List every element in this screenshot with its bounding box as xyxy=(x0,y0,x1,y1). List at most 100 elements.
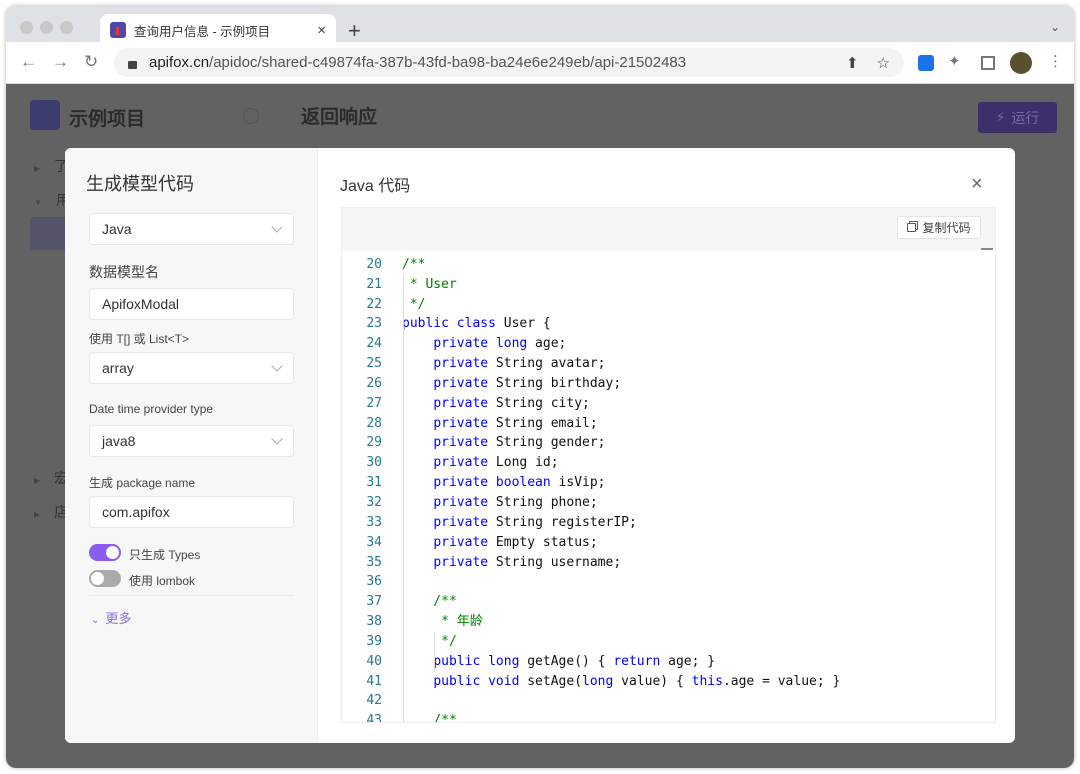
line-number: 32 xyxy=(366,494,382,510)
url-input[interactable]: apifox.cn/apidoc/shared-c49874fa-387b-43… xyxy=(114,48,904,77)
code-token: public void xyxy=(433,673,520,689)
menu-kebab-icon[interactable]: ⋮ xyxy=(1048,52,1063,70)
array-type-select[interactable]: array xyxy=(89,352,294,384)
maximize-window-button[interactable] xyxy=(60,21,73,34)
package-name-input[interactable]: com.apifox xyxy=(89,496,294,528)
more-options-link[interactable]: ⌄ 更多 xyxy=(91,608,131,627)
code-viewer[interactable]: 复制代码 1920/**21 * User22 */23public class… xyxy=(341,207,996,723)
generate-model-code-dialog: 生成模型代码 Java 数据模型名 ApifoxModal 使用 T[] 或 L… xyxy=(65,148,1015,743)
line-number: 35 xyxy=(366,554,382,570)
code-token: private boolean xyxy=(433,475,551,491)
tab-bar: 查询用户信息 - 示例项目 × + ⌄ xyxy=(6,6,1074,46)
tab-close-icon[interactable]: × xyxy=(317,22,326,39)
code-token: long xyxy=(582,673,614,689)
code-token: Long id; xyxy=(488,455,559,471)
language-value: Java xyxy=(102,221,132,237)
line-number: 38 xyxy=(366,614,382,630)
bookmark-star-icon[interactable]: ☆ xyxy=(877,54,890,72)
avatar[interactable] xyxy=(1010,52,1032,74)
new-tab-button[interactable]: + xyxy=(348,18,361,44)
indent-guide xyxy=(403,315,404,722)
search-icon[interactable] xyxy=(243,108,259,124)
datetime-provider-value: java8 xyxy=(102,433,136,449)
code-token: this xyxy=(691,673,723,689)
language-select[interactable]: Java xyxy=(89,213,294,245)
datetime-provider-label: Date time provider type xyxy=(89,402,214,416)
code-line: 27 private String city; xyxy=(342,394,995,414)
lock-icon xyxy=(128,60,137,69)
code-token: age; } xyxy=(660,653,716,669)
code-token: private xyxy=(433,514,489,530)
code-line: 34 private Empty status; xyxy=(342,533,995,553)
code-token: private xyxy=(433,534,489,550)
back-icon[interactable]: ← xyxy=(20,52,37,72)
code-token: public long xyxy=(433,653,520,669)
minimize-window-button[interactable] xyxy=(40,21,53,34)
puzzle-extensions-icon[interactable]: ✦ xyxy=(948,52,961,70)
code-line: 42 xyxy=(342,691,995,711)
code-token: /** xyxy=(402,256,426,272)
code-token: private xyxy=(433,455,489,471)
line-number: 28 xyxy=(366,415,382,431)
copy-code-button[interactable]: 复制代码 xyxy=(897,216,981,239)
line-number: 37 xyxy=(366,594,382,610)
scrollbar[interactable] xyxy=(981,248,993,250)
close-icon[interactable]: × xyxy=(971,174,983,194)
run-button[interactable]: ⚡ 运行 xyxy=(978,102,1057,133)
line-number: 26 xyxy=(366,375,382,391)
types-only-toggle[interactable] xyxy=(89,544,121,561)
chevron-down-icon xyxy=(271,360,283,372)
lombok-toggle[interactable] xyxy=(89,570,121,587)
line-number: 33 xyxy=(366,514,382,530)
code-line: 40 public long getAge() { return age; } xyxy=(342,652,995,672)
model-name-input[interactable]: ApifoxModal xyxy=(89,288,294,320)
toggle-knob xyxy=(91,572,104,585)
code-token: isVip; xyxy=(550,475,606,491)
forward-icon[interactable]: → xyxy=(52,52,69,72)
line-number: 34 xyxy=(366,534,382,550)
code-token: private xyxy=(433,356,489,372)
code-line: 22 */ xyxy=(342,295,995,315)
line-number: 22 xyxy=(366,296,382,312)
dialog-title: 生成模型代码 xyxy=(86,174,194,194)
chevron-down-icon xyxy=(271,221,283,233)
close-window-button[interactable] xyxy=(20,21,33,34)
code-token: age; xyxy=(527,336,567,352)
tree-item[interactable]: ▶ 了 xyxy=(34,156,68,176)
datetime-provider-select[interactable]: java8 xyxy=(89,425,294,457)
tree-item[interactable]: ▶ 店 xyxy=(34,502,68,522)
code-token: */ xyxy=(402,296,426,312)
extension-icon[interactable] xyxy=(918,55,934,71)
line-number: 21 xyxy=(366,276,382,292)
side-panel-icon[interactable] xyxy=(981,56,995,70)
code-token: private xyxy=(433,415,489,431)
code-line: 39 */ xyxy=(342,632,995,652)
code-token: String birthday; xyxy=(488,375,622,391)
line-number: 25 xyxy=(366,356,382,372)
line-number: 23 xyxy=(366,316,382,332)
url-host: apifox.cn xyxy=(149,54,210,71)
code-token: .age = value; } xyxy=(722,673,841,689)
caret-right-icon: ▶ xyxy=(34,510,41,519)
code-token: /** xyxy=(402,594,457,610)
code-token: private xyxy=(433,395,489,411)
share-icon[interactable]: ⬆ xyxy=(846,54,859,72)
line-number: 43 xyxy=(366,713,382,723)
copy-icon xyxy=(907,223,917,232)
code-lines: 1920/**21 * User22 */23public class User… xyxy=(342,235,995,723)
tab-search-chevron-icon[interactable]: ⌄ xyxy=(1050,20,1060,34)
tree-item[interactable]: ▶ 宏 xyxy=(34,468,68,488)
code-token: return xyxy=(613,653,661,669)
reload-icon[interactable]: ↻ xyxy=(84,52,98,72)
run-label: 运行 xyxy=(1011,109,1040,126)
line-number: 20 xyxy=(366,256,382,272)
code-token: String username; xyxy=(488,554,622,570)
